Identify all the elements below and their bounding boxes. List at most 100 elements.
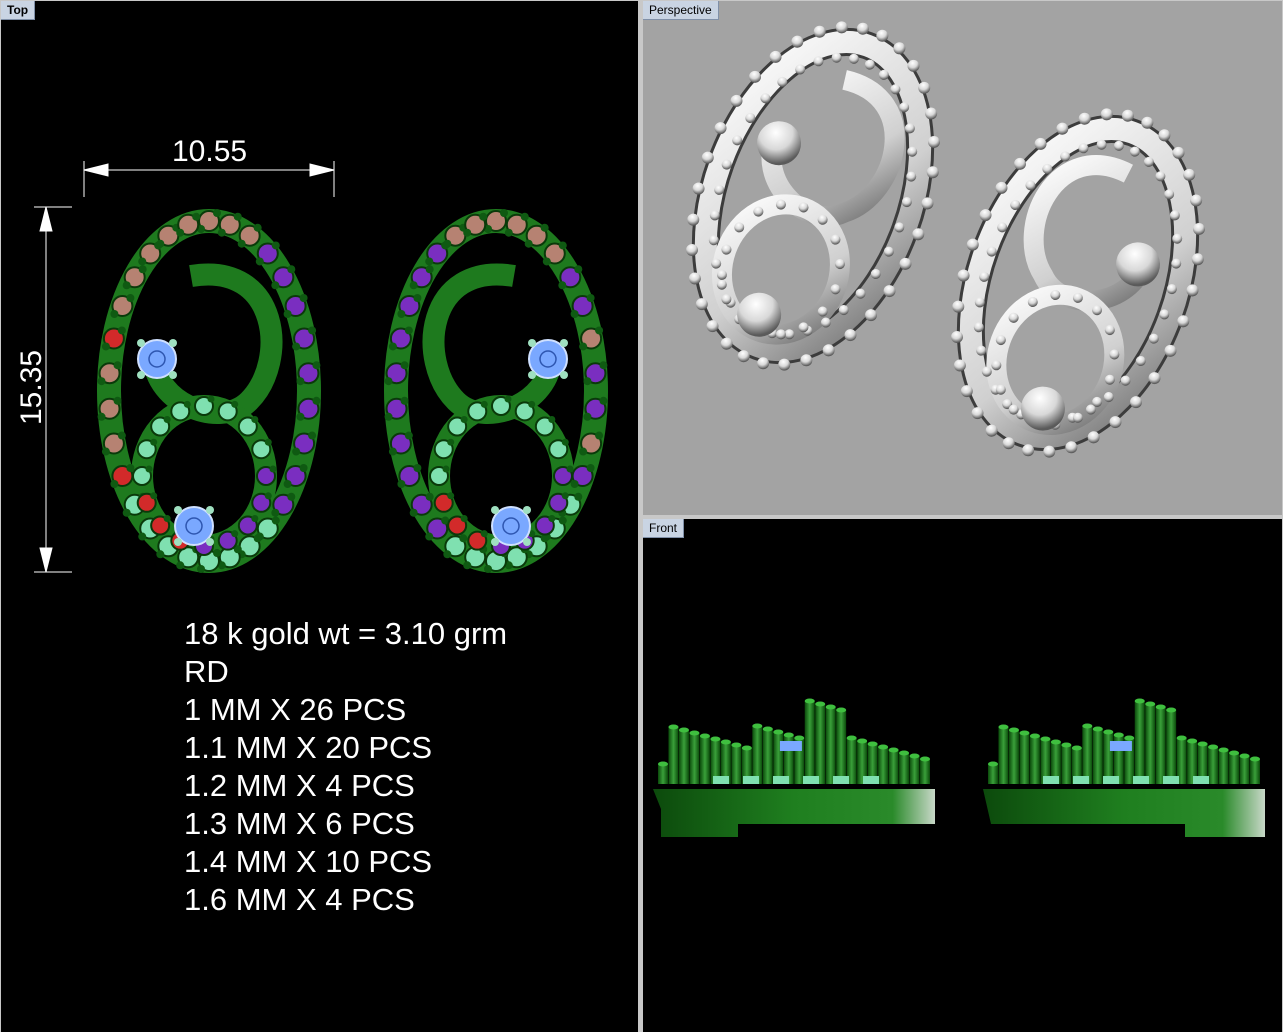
prong-column [1134, 701, 1145, 784]
prong-top [1082, 723, 1093, 729]
prong [480, 530, 488, 538]
prong [264, 438, 272, 446]
prong [524, 239, 533, 248]
prong [400, 361, 409, 370]
prong [479, 212, 488, 221]
stone-spec-line: 1.2 MM X 4 PCS [184, 768, 415, 803]
prong-top [720, 739, 731, 745]
stone-spec-line: 1.1 MM X 20 PCS [184, 730, 433, 765]
prong [409, 281, 418, 290]
prong-top [998, 724, 1009, 730]
prong [425, 265, 434, 274]
stone-edge [863, 776, 879, 784]
prong-column [899, 753, 910, 784]
prong [384, 412, 393, 421]
prong-column [1155, 707, 1166, 784]
stone-spec-line: 1.4 MM X 10 PCS [184, 844, 433, 879]
prong [97, 377, 106, 386]
prong [528, 339, 536, 347]
prong-top [888, 747, 899, 753]
prong [548, 416, 556, 424]
prong-top [1166, 707, 1177, 713]
prong [287, 492, 296, 501]
prong [463, 561, 472, 570]
prong-top [878, 744, 889, 750]
prong-top [1040, 736, 1051, 742]
prong [459, 534, 468, 543]
prong [443, 239, 452, 248]
prong [126, 464, 135, 472]
prong [296, 377, 305, 386]
prong [207, 395, 215, 403]
front-view-render [653, 698, 1265, 837]
prong [484, 565, 492, 573]
prong [312, 361, 321, 370]
prong [271, 241, 280, 250]
prong-column [699, 736, 710, 784]
prong-top [1050, 739, 1061, 745]
prong [251, 514, 259, 522]
prong [126, 294, 135, 302]
stone-edge [773, 776, 789, 784]
prong [558, 516, 567, 525]
prong [442, 465, 450, 473]
prong [579, 342, 588, 351]
viewport-perspective[interactable]: Perspective [643, 1, 1282, 515]
prong-top [1197, 741, 1208, 747]
prong-column [825, 707, 836, 784]
prong-column [1092, 729, 1103, 784]
prong [271, 281, 280, 290]
prong [480, 400, 488, 408]
prong-column [689, 733, 700, 784]
prong [122, 281, 131, 290]
prong [574, 492, 583, 501]
prong [176, 228, 185, 237]
prong [540, 534, 549, 543]
prong [460, 514, 468, 522]
prong-column [1145, 704, 1156, 784]
prong [110, 310, 119, 318]
prong-column [1208, 747, 1219, 784]
prong [292, 447, 301, 456]
width-dimension-label: 10.55 [172, 135, 248, 168]
prong-column [1229, 753, 1240, 784]
prong [542, 257, 551, 266]
prong [460, 416, 468, 424]
prong-top [699, 733, 710, 739]
prong-top [1250, 756, 1260, 762]
prong-column [998, 727, 1009, 784]
viewport-front[interactable]: Front [643, 519, 1282, 1032]
prong [504, 228, 513, 237]
prong-top [857, 738, 868, 744]
prong-top [731, 742, 742, 748]
earring-top-views [97, 209, 608, 573]
prong [213, 209, 221, 217]
prong [425, 492, 434, 501]
prong [101, 447, 110, 456]
prong-top [710, 736, 721, 742]
prong-top [689, 730, 700, 736]
prong [558, 241, 567, 250]
prong [520, 212, 529, 221]
prong-top [794, 735, 805, 741]
prong [113, 396, 122, 405]
prong [583, 412, 592, 421]
prong [264, 492, 272, 500]
prong [425, 257, 434, 266]
prong [540, 223, 549, 232]
prong [548, 514, 556, 522]
prong [409, 508, 418, 517]
prong [388, 342, 397, 351]
prong-top [658, 761, 668, 767]
prong-column [668, 727, 679, 784]
prong-column [678, 730, 689, 784]
viewport-top[interactable]: Top 10.55 15.35 18 k gold wt = 3.10 grm … [1, 1, 638, 1032]
center-stone-edge [1109, 741, 1132, 751]
spec-block: 18 k gold wt = 3.10 grm RD 1 MM X 26 PCS… [184, 615, 507, 919]
prong-top [678, 727, 689, 733]
prong [156, 550, 165, 559]
prong [237, 239, 246, 248]
stone-spec-line: 1.3 MM X 6 PCS [184, 806, 415, 841]
prong [231, 400, 239, 408]
prong [384, 377, 393, 386]
